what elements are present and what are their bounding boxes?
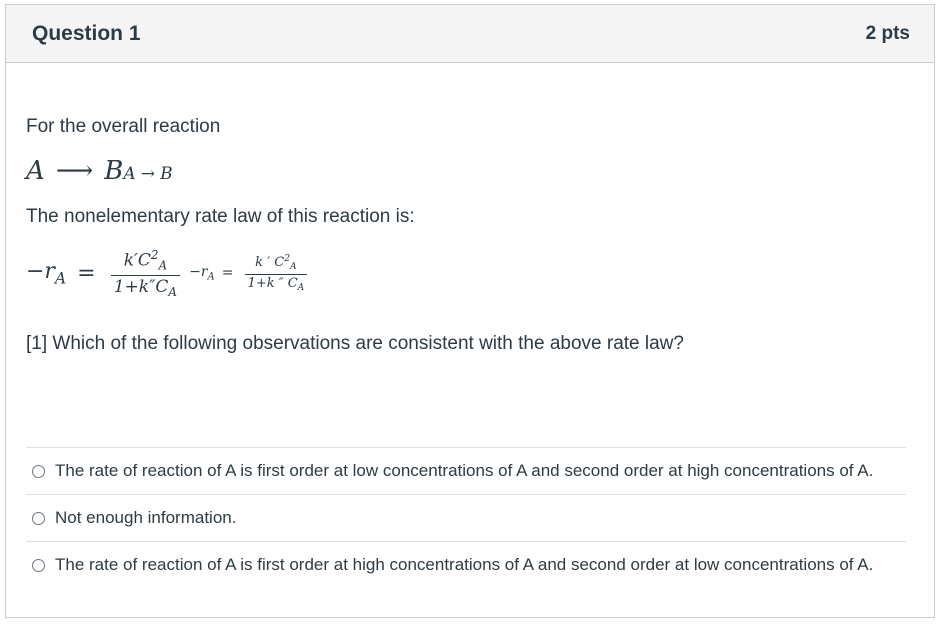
question-header: Question 1 2 pts [6, 5, 934, 63]
rate-lhs: −rA [26, 259, 67, 288]
rate-alt-fraction: k ′ C2A 1+k ″ CA [244, 254, 308, 293]
answer-label: The rate of reaction of A is first order… [55, 555, 874, 574]
rate-alt-numerator: k ′ C [255, 254, 285, 270]
rate-denominator: 1+k″C [113, 276, 169, 297]
question-title: Question 1 [32, 21, 141, 45]
rate-equals: = [77, 260, 96, 286]
answer-list: The rate of reaction of A is first order… [26, 447, 906, 588]
reaction-lhs: A [26, 156, 45, 186]
radio-button-icon[interactable] [32, 511, 45, 525]
answer-option-2[interactable]: Not enough information. [26, 494, 906, 541]
answer-label: The rate of reaction of A is first order… [55, 461, 874, 480]
reaction-alt-lhs: A [123, 164, 136, 184]
answer-option-3[interactable]: The rate of reaction of A is first order… [26, 541, 906, 588]
reaction-equation: A ⟶ BA → B [26, 156, 173, 186]
rate-law-intro: The nonelementary rate law of this react… [26, 206, 415, 227]
answer-option-1[interactable]: The rate of reaction of A is first order… [26, 447, 906, 494]
question-points: 2 pts [865, 22, 910, 44]
rate-alt-lhs: −rA [189, 264, 215, 283]
reaction-arrow: ⟶ [55, 156, 94, 186]
answer-label: Not enough information. [55, 508, 237, 527]
rate-alt-equals: = [221, 265, 234, 282]
rate-law-equation: −rA = k′C2A 1+k″CA −rA = k ′ C2A 1+k ″ C… [26, 248, 311, 299]
rate-numerator: k′C [123, 250, 151, 271]
rate-fraction: k′C2A 1+k″CA [110, 248, 181, 299]
reaction-alt-arrow: → [140, 164, 155, 184]
intro-text: For the overall reaction [26, 116, 221, 137]
rate-alt-denominator: 1+k ″ C [247, 275, 298, 291]
reaction-alt-rhs: B [160, 164, 173, 184]
radio-button-icon[interactable] [32, 558, 45, 572]
reaction-rhs: B [104, 156, 124, 186]
question-prompt: [1] Which of the following observations … [26, 333, 684, 354]
radio-button-icon[interactable] [32, 464, 45, 478]
